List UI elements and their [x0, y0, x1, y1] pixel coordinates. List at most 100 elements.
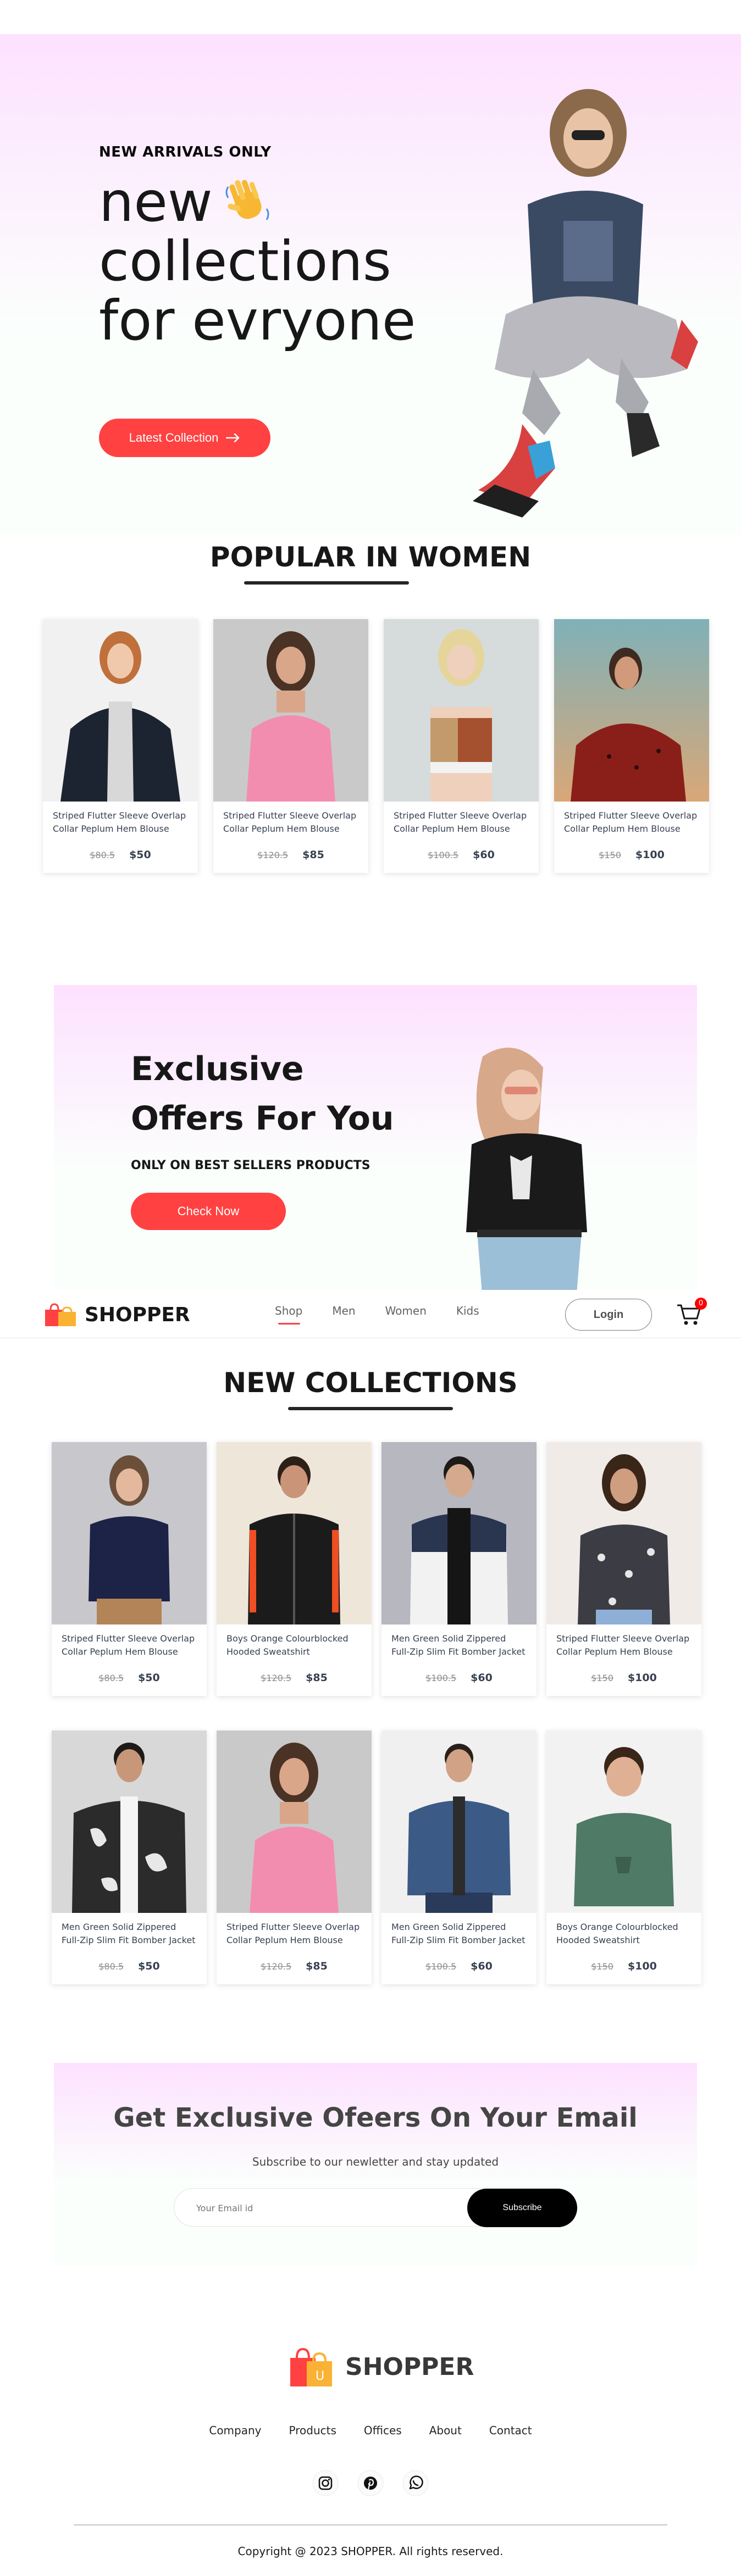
product-card[interactable]: Striped Flutter Sleeve Overlap Collar Pe…	[52, 1442, 207, 1696]
popular-title: POPULAR IN WOMEN	[209, 541, 532, 573]
old-price: $120.5	[257, 849, 289, 860]
product-photo	[60, 631, 180, 802]
footer-link-company[interactable]: Company	[209, 2424, 261, 2437]
product-image[interactable]	[546, 1731, 701, 1913]
old-price: $150	[599, 849, 621, 860]
popular-title-underline	[244, 581, 409, 585]
product-name[interactable]: Striped Flutter Sleeve Overlap Collar Pe…	[554, 802, 709, 849]
email-input[interactable]	[196, 2199, 438, 2217]
product-prices: $150 $100	[554, 849, 709, 873]
product-image[interactable]	[213, 619, 368, 802]
product-image[interactable]	[381, 1442, 537, 1624]
product-prices: $150 $100	[546, 1960, 701, 1984]
arrow-right-icon	[226, 433, 240, 442]
new-price: $100	[635, 849, 665, 861]
offers-banner: Exclusive Offers For You ONLY ON BEST SE…	[54, 985, 697, 1301]
product-prices: $100.5 $60	[381, 1960, 537, 1984]
svg-text:U: U	[316, 2369, 324, 2383]
new-price: $100	[627, 1960, 657, 1972]
product-photo	[89, 1455, 170, 1624]
product-card[interactable]: Striped Flutter Sleeve Overlap Collar Pe…	[217, 1731, 372, 1984]
nav-logo[interactable]: SHOPPER	[44, 1302, 190, 1327]
product-image[interactable]	[217, 1442, 372, 1624]
offers-title-line-1: Exclusive	[131, 1050, 304, 1088]
latest-collection-button[interactable]: Latest Collection	[99, 419, 270, 457]
footer-link-offices[interactable]: Offices	[364, 2424, 402, 2437]
product-name[interactable]: Striped Flutter Sleeve Overlap Collar Pe…	[43, 802, 198, 849]
old-price: $100.5	[425, 1672, 457, 1683]
instagram-icon[interactable]	[312, 2470, 339, 2496]
product-prices: $100.5 $60	[381, 1672, 537, 1696]
product-name[interactable]: Men Green Solid Zippered Full-Zip Slim F…	[381, 1624, 537, 1672]
hero-title-line-3: for evryone	[99, 288, 416, 353]
product-card[interactable]: Striped Flutter Sleeve Overlap Collar Pe…	[384, 619, 539, 873]
old-price: $80.5	[98, 1961, 124, 1972]
new-collections-title: NEW COLLECTIONS	[223, 1367, 518, 1399]
product-photo	[407, 1744, 511, 1913]
product-card[interactable]: Men Green Solid Zippered Full-Zip Slim F…	[381, 1731, 537, 1984]
product-image[interactable]	[381, 1731, 537, 1913]
footer-link-contact[interactable]: Contact	[489, 2424, 532, 2437]
navbar: SHOPPER Shop Men Women Kids Login 0	[0, 1290, 741, 1338]
footer-logo[interactable]: U SHOPPER	[288, 2345, 474, 2389]
whatsapp-icon[interactable]	[402, 2470, 429, 2496]
nav-menu: Shop Men Women Kids	[275, 1304, 479, 1325]
login-button[interactable]: Login	[565, 1299, 652, 1331]
new-price: $60	[471, 1960, 493, 1972]
new-price: $50	[138, 1672, 160, 1684]
product-name[interactable]: Boys Orange Colourblocked Hooded Sweatsh…	[217, 1624, 372, 1672]
product-prices: $80.5 $50	[43, 849, 198, 873]
shopping-bag-logo-icon: U	[290, 2347, 332, 2386]
product-name[interactable]: Men Green Solid Zippered Full-Zip Slim F…	[381, 1913, 537, 1960]
product-name[interactable]: Striped Flutter Sleeve Overlap Collar Pe…	[384, 802, 539, 849]
product-image[interactable]	[554, 619, 709, 802]
hero-text: NEW ARRIVALS ONLY new collections for ev…	[99, 144, 416, 457]
hero-section: NEW ARRIVALS ONLY new collections for ev…	[0, 34, 741, 535]
nav-item-women[interactable]: Women	[385, 1304, 427, 1317]
newsletter-subtitle: Subscribe to our newletter and stay upda…	[252, 2155, 499, 2168]
product-card[interactable]: Striped Flutter Sleeve Overlap Collar Pe…	[213, 619, 368, 873]
product-image[interactable]	[217, 1731, 372, 1913]
product-card[interactable]: Boys Orange Colourblocked Hooded Sweatsh…	[546, 1731, 701, 1984]
hero-tag: NEW ARRIVALS ONLY	[99, 144, 272, 160]
nav-item-shop[interactable]: Shop	[275, 1304, 302, 1325]
new-price: $100	[627, 1672, 657, 1684]
new-price: $60	[471, 1672, 493, 1684]
product-name[interactable]: Men Green Solid Zippered Full-Zip Slim F…	[52, 1913, 207, 1960]
product-card[interactable]: Striped Flutter Sleeve Overlap Collar Pe…	[546, 1442, 701, 1696]
product-card[interactable]: Striped Flutter Sleeve Overlap Collar Pe…	[43, 619, 198, 873]
product-image[interactable]	[43, 619, 198, 802]
product-name[interactable]: Striped Flutter Sleeve Overlap Collar Pe…	[213, 802, 368, 849]
product-prices: $80.5 $50	[52, 1960, 207, 1984]
product-photo	[578, 1454, 670, 1624]
newsletter-section: Get Exclusive Ofeers On Your Email Subsc…	[54, 2063, 697, 2266]
product-name[interactable]: Striped Flutter Sleeve Overlap Collar Pe…	[52, 1624, 207, 1672]
waving-hand-icon	[225, 180, 269, 220]
new-price: $50	[129, 849, 151, 861]
product-prices: $120.5 $85	[217, 1960, 372, 1984]
check-now-button[interactable]: Check Now	[131, 1193, 286, 1230]
product-image[interactable]	[52, 1731, 207, 1913]
nav-item-men[interactable]: Men	[332, 1304, 355, 1317]
product-card[interactable]: Boys Orange Colourblocked Hooded Sweatsh…	[217, 1442, 372, 1696]
product-image[interactable]	[52, 1442, 207, 1624]
product-prices: $120.5 $85	[213, 849, 368, 873]
product-card[interactable]: Men Green Solid Zippered Full-Zip Slim F…	[381, 1442, 537, 1696]
product-name[interactable]: Striped Flutter Sleeve Overlap Collar Pe…	[546, 1624, 701, 1672]
product-name[interactable]: Striped Flutter Sleeve Overlap Collar Pe…	[217, 1913, 372, 1960]
nav-item-kids[interactable]: Kids	[456, 1304, 479, 1317]
product-image[interactable]	[546, 1442, 701, 1624]
footer-link-about[interactable]: About	[429, 2424, 462, 2437]
pinterest-icon[interactable]	[357, 2470, 384, 2496]
product-card[interactable]: Men Green Solid Zippered Full-Zip Slim F…	[52, 1731, 207, 1984]
old-price: $100.5	[428, 849, 459, 860]
product-name[interactable]: Boys Orange Colourblocked Hooded Sweatsh…	[546, 1913, 701, 1960]
hero-title-line-2: collections	[99, 229, 391, 293]
product-image[interactable]	[384, 619, 539, 802]
subscribe-button[interactable]: Subscribe	[467, 2189, 577, 2227]
product-card[interactable]: Striped Flutter Sleeve Overlap Collar Pe…	[554, 619, 709, 873]
footer-divider	[74, 2524, 667, 2525]
offers-title-line-2: Offers For You	[131, 1099, 394, 1138]
footer-link-products[interactable]: Products	[289, 2424, 336, 2437]
old-price: $150	[591, 1961, 613, 1972]
